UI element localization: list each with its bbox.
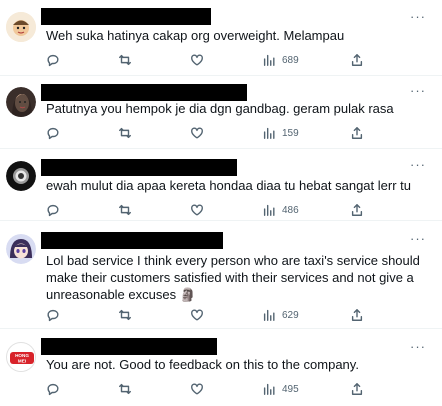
more-options-icon[interactable]: ··· [408,84,428,98]
views-count: 495 [282,383,299,395]
like-button[interactable] [190,125,204,141]
views-count: 689 [282,54,299,66]
views-chart-icon [263,127,275,139]
reply-button[interactable] [46,125,60,141]
heart-icon [191,309,203,321]
views-chart-icon [263,309,275,321]
share-icon [351,127,363,139]
like-button[interactable] [190,52,204,68]
like-button[interactable] [190,307,204,323]
share-button[interactable] [350,125,364,141]
tweet-actions: 486 [0,202,442,218]
like-button[interactable] [190,202,204,218]
tweet-text: You are not. Good to feedback on this to… [46,357,359,372]
tweet-text: ewah mulut dia apaa kereta hondaa diaa t… [46,178,411,193]
retweet-icon [119,54,131,66]
heart-icon [191,204,203,216]
retweet-button[interactable] [118,52,132,68]
retweet-icon [119,127,131,139]
hong-mei-logo-avatar[interactable]: HONG MEI [6,342,36,372]
redacted-username[interactable] [41,8,211,25]
tweet-actions: 159 [0,125,442,141]
redacted-username[interactable] [41,84,247,101]
tweet-text: Patutnya you hempok je dia dgn gandbag. … [46,101,394,116]
retweet-icon [119,309,131,321]
more-options-icon[interactable]: ··· [408,10,428,24]
share-button[interactable] [350,52,364,68]
views-chart-icon [263,383,275,395]
more-options-icon[interactable]: ··· [408,232,428,246]
views-button[interactable]: 486 [262,202,299,218]
share-button[interactable] [350,202,364,218]
views-button[interactable]: 495 [262,381,299,397]
more-options-icon[interactable]: ··· [408,340,428,354]
views-chart-icon [263,204,275,216]
views-button[interactable]: 159 [262,125,299,141]
reply-button[interactable] [46,381,60,397]
share-button[interactable] [350,381,364,397]
share-icon [351,383,363,395]
share-icon [351,309,363,321]
redacted-username[interactable] [41,159,237,176]
anime-girl-avatar[interactable] [6,234,36,264]
like-button[interactable] [190,381,204,397]
reply-tweet[interactable]: ··· ewah mulut dia apaa kereta hondaa di… [0,149,442,221]
tweet-text: Weh suka hatinya cakap org overweight. M… [46,28,345,43]
dark-circle-avatar[interactable] [6,161,36,191]
reply-icon [47,204,59,217]
reply-icon [47,127,59,140]
heart-icon [191,383,203,395]
views-count: 486 [282,204,299,216]
reply-icon [47,54,59,67]
share-icon [351,204,363,216]
reply-icon [47,309,59,322]
reply-tweet[interactable]: ··· Weh suka hatinya cakap org overweigh… [0,0,442,76]
retweet-icon [119,204,131,216]
reply-tweet[interactable]: ··· Patutnya you hempok je dia dgn gandb… [0,76,442,149]
tweet-actions: 629 [0,307,442,323]
retweet-button[interactable] [118,202,132,218]
cartoon-face-avatar[interactable] [6,12,36,42]
tweet-actions: 689 [0,52,442,68]
share-button[interactable] [350,307,364,323]
redacted-username[interactable] [41,338,217,355]
retweet-icon [119,383,131,395]
heart-icon [191,127,203,139]
tweet-text: Lol bad service I think every person who… [46,253,420,302]
reply-button[interactable] [46,307,60,323]
more-options-icon[interactable]: ··· [408,158,428,172]
woman-photo-avatar[interactable] [6,87,36,117]
retweet-button[interactable] [118,381,132,397]
reply-tweet[interactable]: ··· Lol bad service I think every person… [0,221,442,329]
share-icon [351,54,363,66]
reply-button[interactable] [46,52,60,68]
reply-button[interactable] [46,202,60,218]
tweet-actions: 495 [0,381,442,397]
redacted-username[interactable] [41,232,223,249]
views-count: 629 [282,309,299,321]
views-button[interactable]: 689 [262,52,299,68]
svg-text:MEI: MEI [18,358,26,363]
views-count: 159 [282,127,299,139]
retweet-button[interactable] [118,307,132,323]
reply-tweet[interactable]: HONG MEI ··· You are not. Good to feedba… [0,329,442,406]
views-chart-icon [263,54,275,66]
reply-icon [47,383,59,396]
heart-icon [191,54,203,66]
retweet-button[interactable] [118,125,132,141]
views-button[interactable]: 629 [262,307,299,323]
